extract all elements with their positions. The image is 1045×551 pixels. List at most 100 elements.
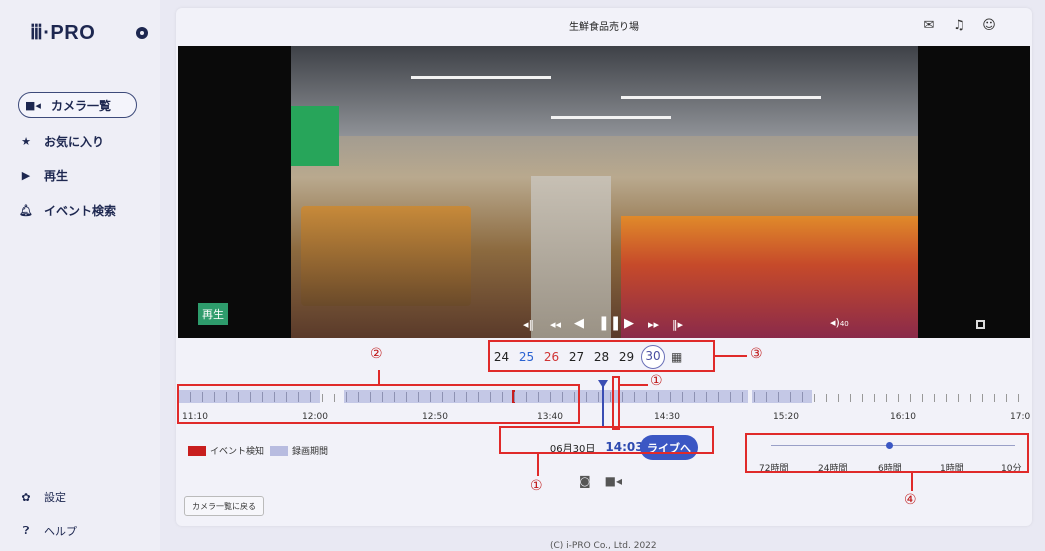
timeline-tick [598,392,599,402]
gear-icon: ✿ [21,490,31,504]
timeline-tick [790,392,791,402]
mail-icon[interactable]: ✉ [919,15,939,35]
annotation-number-4: ④ [904,492,917,508]
annotation-leader [715,355,747,357]
timeline-tick [730,392,731,402]
timeline-tick [1018,394,1019,402]
annotation-box-datetime [499,426,714,454]
timeline-tick [874,394,875,402]
timeline-tick [814,394,815,402]
timeline-tick [898,394,899,402]
step-forward-icon[interactable]: ‖▸ [672,318,683,331]
sidebar-item-label: イベント検索 [44,203,117,218]
sidebar-item-help[interactable]: ❓︎ ヘルプ [18,523,77,539]
timeline-tick [646,392,647,402]
timeline-tick [862,394,863,402]
timeline-tick [802,392,803,402]
annotation-box-zoom [745,433,1029,473]
legend-label-event: イベント検知 [210,447,265,457]
timeline-tick [838,394,839,402]
timeline-tick [934,394,935,402]
bell-icon: 🔔︎ [19,203,33,217]
video-player[interactable]: 再生 ◂‖ ◂◂ ◀ ❚❚ ▶ ▸▸ ‖▸ ◂)40 [178,46,1030,338]
timeline-tick [610,392,611,402]
annotation-box-cursor [612,376,620,430]
timeline-label: 16:10 [890,412,916,422]
sidebar-item-label: カメラ一覧 [51,98,112,113]
legend: イベント検知 録画期間 [188,444,328,457]
rewind-icon[interactable]: ◂◂ [550,318,561,331]
step-back-icon[interactable]: ◂‖ [523,318,534,331]
annotation-leader [378,370,380,384]
fullscreen-icon[interactable] [976,320,985,329]
legend-swatch-event [188,445,206,456]
page-title: 生鮮食品売り場 [569,22,639,33]
timeline-tick [718,392,719,402]
settings-dot-icon[interactable] [136,27,148,39]
timeline-tick [778,392,779,402]
timeline-tick [670,392,671,402]
annotation-number-3: ③ [750,346,763,362]
timeline-tick [886,394,887,402]
fast-forward-icon[interactable]: ▸▸ [648,318,659,331]
sidebar-item-label: ヘルプ [44,525,77,538]
pause-icon[interactable]: ❚❚ [598,315,621,331]
camera-image [291,46,918,338]
annotation-number-1b: ① [530,478,543,494]
sidebar-item-event-search[interactable]: 🔔︎ イベント検索 [18,197,116,223]
capture-tools: ◙ ■◂ [579,474,622,488]
play-icon: ▶ [21,168,31,182]
camera-icon: ■◂ [25,98,41,112]
legend-swatch-recording [270,445,289,456]
bell-icon[interactable]: ♫ [949,15,969,35]
recording-segment [752,390,812,403]
timeline-tick [994,394,995,402]
timeline-label: 17:0 [1010,412,1031,422]
snapshot-icon[interactable]: ◙ [579,474,591,488]
annotation-leader [537,454,539,476]
timeline-tick [946,394,947,402]
timeline-tick [622,392,623,402]
play-reverse-icon[interactable]: ◀ [574,316,584,331]
volume-icon[interactable]: ◂)40 [830,316,849,329]
timeline-tick [766,392,767,402]
timeline-tick [706,392,707,402]
timeline-tick [694,392,695,402]
timeline-tick [910,394,911,402]
legend-label-recording: 録画期間 [292,447,329,457]
sidebar: ⅲ·PRO ■◂ カメラ一覧 ★ お気に入り ▶ 再生 🔔︎ イベント検索 ✿ … [0,0,160,551]
timeline-tick [922,394,923,402]
sidebar-item-label: 設定 [44,491,66,504]
timeline-tick [850,394,851,402]
sidebar-item-playback[interactable]: ▶ 再生 [18,162,68,188]
annotation-box-timeline [177,384,580,424]
video-camera-icon[interactable]: ■◂ [605,474,622,488]
play-icon[interactable]: ▶ [624,316,634,331]
annotation-leader [620,384,648,386]
sidebar-item-settings[interactable]: ✿ 設定 [18,489,66,505]
timeline-tick [586,392,587,402]
playback-mode-badge: 再生 [198,303,228,325]
star-icon: ★ [21,134,31,148]
timeline-tick [658,392,659,402]
annotation-box-dates [488,340,715,372]
timeline-tick [970,394,971,402]
timeline-tick [754,392,755,402]
annotation-number-2: ② [370,346,383,362]
timeline-cursor-head[interactable] [598,380,608,388]
timeline-tick [1006,394,1007,402]
logo: ⅲ·PRO [30,22,96,44]
timeline-tick [634,392,635,402]
sidebar-item-camera-list[interactable]: ■◂ カメラ一覧 [18,92,137,118]
timeline-tick [958,394,959,402]
annotation-number-1: ① [650,373,663,389]
timeline-tick [682,392,683,402]
timeline-cursor[interactable] [602,382,604,428]
user-icon[interactable]: ☺ [979,15,999,35]
sidebar-item-favorites[interactable]: ★ お気に入り [18,128,104,154]
annotation-leader [911,473,913,491]
timeline-label: 15:20 [773,412,799,422]
sidebar-item-label: お気に入り [44,134,105,149]
help-icon: ❓︎ [22,524,30,537]
back-to-camera-list-button[interactable]: カメラ一覧に戻る [184,496,264,516]
